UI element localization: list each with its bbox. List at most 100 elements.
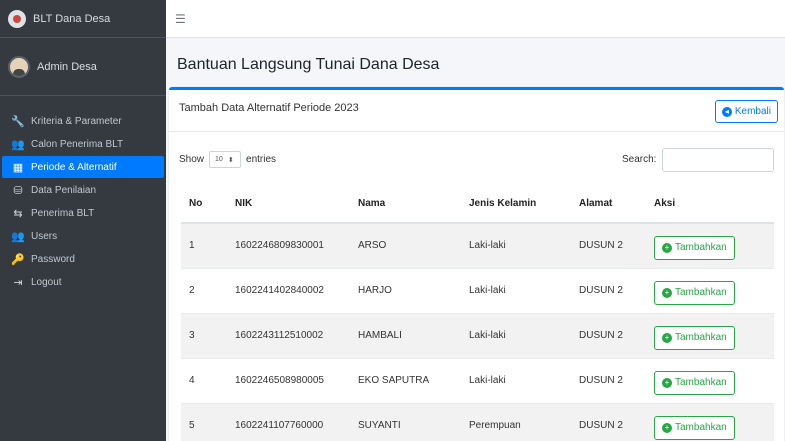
arrow-left-circle-icon: ◂ xyxy=(721,106,732,117)
table-row: 5 1602241107760000 SUYANTI Perempuan DUSUN 2… xyxy=(181,402,774,441)
tambahkan-button-label: Tambahkan xyxy=(675,377,727,388)
sidebar-item-label: Data Penilaian xyxy=(31,184,97,196)
cell-jenis-kelamin: Laki-laki xyxy=(461,312,571,358)
card-title: Tambah Data Alternatif Periode 2023 xyxy=(179,102,359,114)
users-icon: 👥 xyxy=(11,138,25,151)
entries-length-select[interactable]: 10 ⬍ xyxy=(209,151,242,168)
column-header-no[interactable]: No xyxy=(181,185,227,224)
tambahkan-button-label: Tambahkan xyxy=(675,332,727,343)
tambahkan-button[interactable]: + Tambahkan xyxy=(654,235,735,260)
cell-no: 5 xyxy=(181,402,227,441)
tambahkan-button-label: Tambahkan xyxy=(675,242,727,254)
column-header-alamat[interactable]: Alamat xyxy=(571,185,646,224)
table-row: 3 1602243112510002 HAMBALI Laki-laki DUSUN 2… xyxy=(181,312,774,358)
hamburger-menu-icon[interactable]: ☰ xyxy=(175,12,186,26)
tambahkan-button[interactable]: + Tambahkan xyxy=(654,370,735,395)
back-button-label: Kembali xyxy=(734,106,771,117)
sidebar-item-label: Calon Penerima BLT xyxy=(31,138,124,150)
sidebar: BLT Dana Desa Admin Desa 🔧 Kriteria & Par… xyxy=(0,0,166,441)
cell-aksi: + Tambahkan xyxy=(646,402,774,441)
entries-length-value: 10 xyxy=(215,156,223,163)
calendar-icon: ▦ xyxy=(12,161,24,174)
cell-nama: EKO SAPUTRA xyxy=(350,357,461,403)
cell-nama: SUYANTI xyxy=(350,402,461,441)
brand-logo xyxy=(8,9,26,28)
plus-circle-icon: + xyxy=(662,332,672,343)
table-row: 4 1602246508980005 EKO SAPUTRA Laki-laki DUS… xyxy=(181,357,774,403)
show-label: Show xyxy=(179,154,205,165)
search-input[interactable] xyxy=(662,148,774,172)
cell-nik: 1602246508980005 xyxy=(227,357,350,403)
cell-alamat: DUSUN 2 xyxy=(571,312,646,358)
alternatif-table: No NIK Nama Jenis Kelamin Alamat Aksi 11… xyxy=(181,185,774,441)
sidebar-item-kriteria-parameter[interactable]: 🔧 Kriteria & Parameter xyxy=(2,110,164,132)
table-row: 1 1602246809830001 ARSO Laki-laki DUSUN 2 + Ta… xyxy=(181,222,774,268)
brand-link[interactable]: BLT Dana Desa xyxy=(0,0,166,38)
topbar: ☰ xyxy=(166,0,785,38)
sidebar-item-calon-penerima-blt[interactable]: 👥 Calon Penerima BLT xyxy=(2,133,164,155)
sidebar-item-users[interactable]: 👥 Users xyxy=(2,225,164,247)
key-icon: 🔑 xyxy=(11,253,25,266)
table-body: 1 1602246809830001 ARSO Laki-laki DUSUN 2 + Ta… xyxy=(181,222,774,441)
cell-alamat: DUSUN 2 xyxy=(571,357,646,403)
cell-no: 1 xyxy=(181,222,227,268)
tambahkan-button-label: Tambahkan xyxy=(675,287,727,298)
cell-nama: HARJO xyxy=(350,267,461,313)
select-caret-icon: ⬍ xyxy=(227,156,234,164)
cell-nama: HAMBALI xyxy=(350,312,461,358)
cell-jenis-kelamin: Perempuan xyxy=(461,402,571,441)
page-title: Bantuan Langsung Tunai Dana Desa xyxy=(177,56,440,73)
cell-alamat: DUSUN 2 xyxy=(571,222,646,268)
user-name: Admin Desa xyxy=(37,60,97,73)
cell-nama: ARSO xyxy=(350,222,461,268)
wrench-icon: 🔧 xyxy=(11,115,25,128)
table-row: 2 1602241402840002 HARJO Laki-laki DUSUN 2 + T… xyxy=(181,267,774,313)
tambahkan-button[interactable]: + Tambahkan xyxy=(654,415,735,440)
cell-nik: 1602241107760000 xyxy=(227,402,350,441)
column-header-jenis-kelamin[interactable]: Jenis Kelamin xyxy=(461,185,571,224)
cell-jenis-kelamin: Laki-laki xyxy=(461,222,571,268)
cell-jenis-kelamin: Laki-laki xyxy=(461,357,571,403)
plus-circle-icon: + xyxy=(662,422,672,433)
database-icon: ⛁ xyxy=(13,184,23,197)
cell-nik: 1602246809830001 xyxy=(227,222,350,268)
cell-nik: 1602241402840002 xyxy=(227,267,350,313)
table-controls: Show 10 ⬍ entries Search: xyxy=(169,132,784,182)
plus-circle-icon: + xyxy=(662,377,672,388)
tambahkan-button[interactable]: + Tambahkan xyxy=(654,325,735,350)
sidebar-item-label: Logout xyxy=(31,276,62,288)
cell-no: 2 xyxy=(181,267,227,313)
table-header-row: No NIK Nama Jenis Kelamin Alamat Aksi xyxy=(181,185,774,224)
cell-aksi: + Tambahkan xyxy=(646,357,774,403)
user-group-icon: 👥 xyxy=(11,230,25,243)
column-header-nama[interactable]: Nama xyxy=(350,185,461,224)
sidebar-item-label: Periode & Alternatif xyxy=(31,161,117,173)
tambahkan-button-label: Tambahkan xyxy=(675,422,727,434)
sidebar-item-periode-alternatif[interactable]: ▦ Periode & Alternatif xyxy=(2,156,164,178)
column-header-nik[interactable]: NIK xyxy=(227,185,350,224)
avatar xyxy=(8,55,30,78)
entries-label: entries xyxy=(246,154,277,165)
sidebar-item-data-penilaian[interactable]: ⛁ Data Penilaian xyxy=(2,179,164,201)
cell-no: 4 xyxy=(181,357,227,403)
sidebar-item-penerima-blt[interactable]: ⇆ Penerima BLT xyxy=(2,202,164,224)
user-panel[interactable]: Admin Desa xyxy=(0,38,166,96)
entries-length: Show 10 ⬍ entries xyxy=(179,151,276,168)
tambahkan-button[interactable]: + Tambahkan xyxy=(654,280,735,305)
cell-alamat: DUSUN 2 xyxy=(571,402,646,441)
column-header-aksi[interactable]: Aksi xyxy=(646,185,774,224)
sidebar-item-password[interactable]: 🔑 Password xyxy=(2,248,164,270)
cell-aksi: + Tambahkan xyxy=(646,267,774,313)
sidebar-item-label: Kriteria & Parameter xyxy=(31,115,122,127)
sidebar-item-label: Users xyxy=(31,230,58,242)
sign-out-icon: ⇥ xyxy=(13,276,23,289)
sidebar-item-logout[interactable]: ⇥ Logout xyxy=(2,271,164,293)
sidebar-item-label: Password xyxy=(31,253,75,265)
sidebar-item-label: Penerima BLT xyxy=(31,207,95,219)
plus-circle-icon: + xyxy=(662,287,672,298)
sidebar-nav: 🔧 Kriteria & Parameter 👥 Calon Penerima BLT… xyxy=(0,96,166,293)
cell-jenis-kelamin: Laki-laki xyxy=(461,267,571,313)
cell-alamat: DUSUN 2 xyxy=(571,267,646,313)
back-button[interactable]: ◂ Kembali xyxy=(714,100,778,123)
brand-title: BLT Dana Desa xyxy=(33,12,111,25)
